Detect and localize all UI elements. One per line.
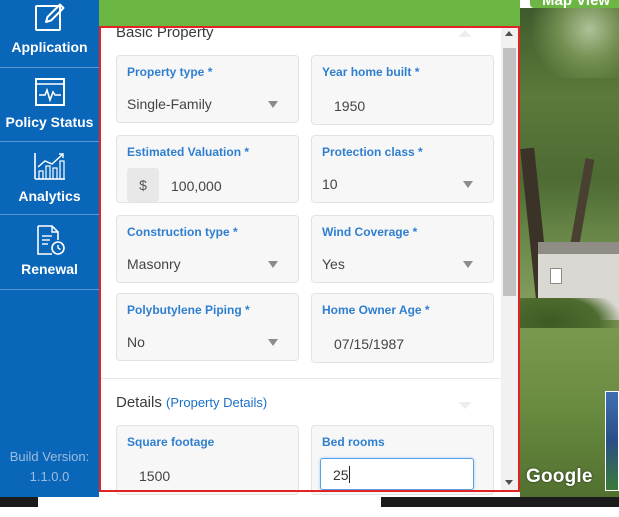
nav-application-label: Application [11,39,88,55]
year-home-built-field[interactable]: Year home built * 1950 [311,55,494,125]
dropdown-arrow-icon [463,181,473,188]
bed-rooms-label: Bed rooms [322,435,385,449]
bar-chart-icon [33,153,65,180]
bed-rooms-input[interactable]: 25 [320,458,474,490]
polybutylene-piping-value: No [127,334,145,350]
year-home-built-value: 1950 [334,98,366,114]
property-type-value: Single-Family [127,96,212,112]
map-view-label: Map View [542,0,610,8]
dropdown-arrow-icon [463,261,473,268]
property-type-label: Property type * [127,65,213,79]
polybutylene-piping-label: Polybutylene Piping * [127,303,250,317]
home-owner-age-value: 07/15/1987 [334,336,405,352]
expand-caret-icon[interactable] [458,402,472,409]
construction-type-value: Masonry [127,256,181,272]
basic-property-title: Basic Property [116,24,214,41]
bottom-bar-segment [381,497,619,507]
wind-coverage-field[interactable]: Wind Coverage * Yes [311,215,494,283]
nav-divider [0,67,99,68]
build-version-label: Build Version: [9,449,90,464]
nav-divider [0,214,99,215]
scroll-up-icon[interactable] [505,31,513,36]
scroll-down-icon[interactable] [505,480,513,485]
home-owner-age-field[interactable]: Home Owner Age * 07/15/1987 [311,293,494,363]
edit-icon [34,3,64,31]
property-type-field[interactable]: Property type * Single-Family [116,55,299,123]
estimated-valuation-value: 100,000 [171,178,222,194]
year-home-built-label: Year home built * [322,65,420,79]
nav-policy-status[interactable]: Policy Status [0,77,99,130]
currency-prefix: $ [127,168,159,202]
build-version-number: 1.1.0.0 [29,469,70,484]
bed-rooms-value: 25 [333,467,349,483]
header-banner-edge [99,0,107,26]
google-logo: Google [526,466,593,487]
section-divider [101,378,501,379]
bottom-bar-segment [0,497,38,507]
bottom-bar [0,497,619,517]
details-title-text: Details [116,394,162,411]
nav-policy-status-label: Policy Status [5,114,94,130]
text-cursor [349,466,350,483]
protection-class-field[interactable]: Protection class * 10 [311,135,494,203]
details-title: Details (Property Details) [116,394,267,411]
scrollbar-thumb[interactable] [503,48,516,296]
nav-analytics[interactable]: Analytics [0,151,99,204]
construction-type-label: Construction type * [127,225,238,239]
bed-rooms-field[interactable]: Bed rooms 25 [311,425,494,495]
protection-class-label: Protection class * [322,145,423,159]
nav-divider [0,141,99,142]
home-owner-age-label: Home Owner Age * [322,303,430,317]
pulse-monitor-icon [34,78,65,106]
square-footage-value: 1500 [139,468,171,484]
map-view-button[interactable]: Map View [530,0,619,8]
street-view-window [550,268,562,284]
details-subtitle: (Property Details) [166,395,268,410]
document-clock-icon [36,225,65,255]
sidebar: Application Policy Status Analytics Rene… [0,0,99,497]
wind-coverage-value: Yes [322,256,345,272]
square-footage-label: Square footage [127,435,215,449]
estimated-valuation-field[interactable]: Estimated Valuation * $ 100,000 [116,135,299,203]
street-view-image[interactable] [520,8,619,497]
nav-renewal[interactable]: Renewal [0,224,99,277]
estimated-valuation-label: Estimated Valuation * [127,145,250,159]
polybutylene-piping-field[interactable]: Polybutylene Piping * No [116,293,299,361]
nav-analytics-label: Analytics [18,188,81,204]
street-view-thumbnail[interactable] [605,391,619,491]
nav-application[interactable]: Application [0,2,99,55]
wind-coverage-label: Wind Coverage * [322,225,418,239]
collapse-caret-icon[interactable] [458,30,472,37]
street-view-roof [538,242,619,254]
street-view-sky [520,8,619,78]
nav-divider [0,289,99,290]
dropdown-arrow-icon [268,261,278,268]
dropdown-arrow-icon [268,101,278,108]
protection-class-value: 10 [322,176,338,192]
square-footage-field[interactable]: Square footage 1500 [116,425,299,495]
dropdown-arrow-icon [268,339,278,346]
header-banner [99,0,520,26]
construction-type-field[interactable]: Construction type * Masonry [116,215,299,283]
nav-renewal-label: Renewal [21,261,78,277]
